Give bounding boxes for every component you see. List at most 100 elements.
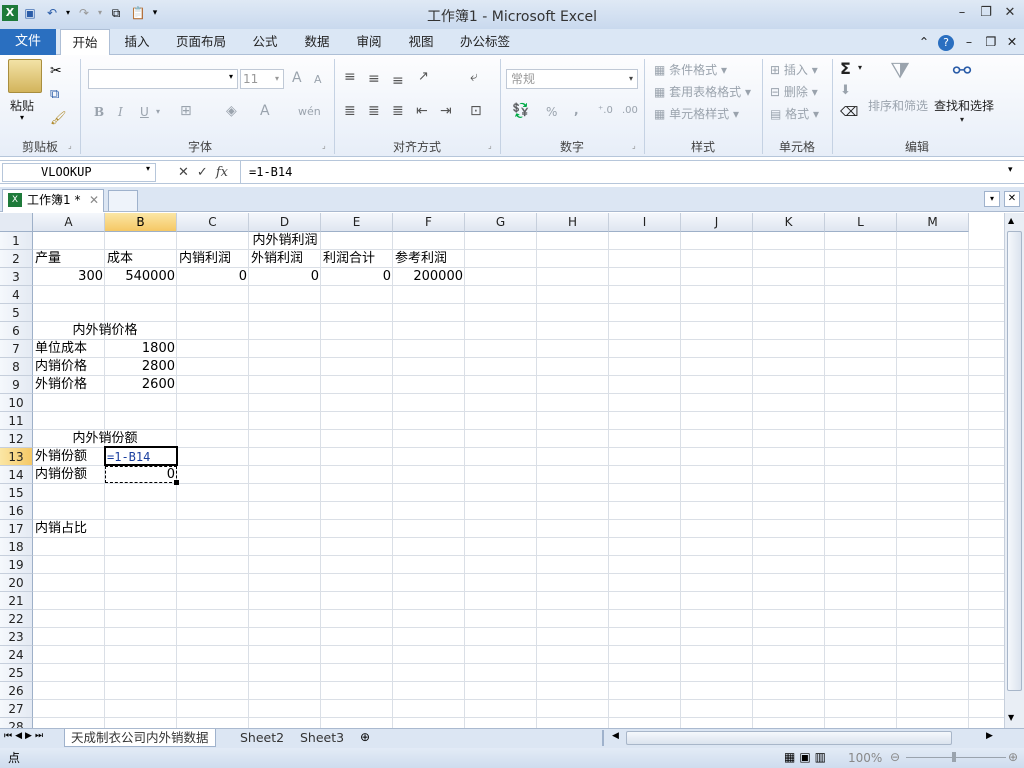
shrink-font-icon[interactable]: A [314, 73, 322, 86]
zoom-slider-thumb[interactable] [952, 752, 956, 762]
name-box[interactable]: VLOOKUP [2, 163, 156, 182]
save-icon[interactable]: ▣ [20, 4, 40, 22]
restore-icon[interactable]: ❐ [976, 4, 996, 22]
paste-button[interactable]: 粘贴 [10, 97, 34, 114]
column-header-m[interactable]: M [897, 213, 969, 232]
row-header-10[interactable]: 10 [0, 394, 33, 412]
cell-a6[interactable]: 内外销价格 [33, 322, 177, 340]
phonetic-icon[interactable]: wén [298, 105, 321, 118]
insert-sheet-icon[interactable]: ⊕ [360, 730, 370, 744]
paste-icon[interactable]: 📋 [128, 4, 148, 22]
increase-decimal-icon[interactable]: ⁺.0 [598, 105, 613, 116]
cell-b8[interactable]: 2800 [105, 358, 177, 376]
italic-button[interactable]: I [118, 105, 123, 119]
select-all-corner[interactable] [0, 213, 33, 232]
cell-a9[interactable]: 外销价格 [33, 376, 105, 394]
vertical-scrollbar[interactable]: ▲ ▼ [1004, 213, 1024, 728]
number-launcher-icon[interactable]: ⌟ [632, 141, 636, 150]
row-header-13[interactable]: 13 [0, 448, 33, 466]
alignment-launcher-icon[interactable]: ⌟ [488, 141, 492, 150]
tab-view[interactable]: 视图 [400, 29, 442, 55]
cell-b9[interactable]: 2600 [105, 376, 177, 394]
bold-button[interactable]: B [94, 105, 104, 119]
delete-cells-button[interactable]: ⊟ 删除 ▾ [770, 83, 818, 100]
font-launcher-icon[interactable]: ⌟ [322, 141, 326, 150]
row-header-18[interactable]: 18 [0, 538, 33, 556]
row-header-21[interactable]: 21 [0, 592, 33, 610]
minimize-icon[interactable]: – [952, 4, 972, 22]
row-header-25[interactable]: 25 [0, 664, 33, 682]
row-header-17[interactable]: 17 [0, 520, 33, 538]
redo-icon[interactable]: ↷ [74, 4, 94, 22]
row-header-26[interactable]: 26 [0, 682, 33, 700]
row-header-28[interactable]: 28 [0, 718, 33, 728]
decrease-decimal-icon[interactable]: .00 [622, 105, 638, 116]
row-header-16[interactable]: 16 [0, 502, 33, 520]
insert-cells-button[interactable]: ⊞ 插入 ▾ [770, 61, 818, 78]
insert-function-icon[interactable]: fx [216, 165, 228, 180]
formula-input[interactable]: =1-B14 [240, 161, 1005, 183]
doc-restore-icon[interactable]: ❐ [982, 29, 1000, 55]
sort-filter-icon[interactable]: ⧩ [884, 59, 916, 93]
tab-file[interactable]: 文件 [0, 29, 56, 55]
sheet-nav-buttons[interactable]: ⏮◀▶⏭ [4, 731, 46, 741]
tab-list-dropdown-icon[interactable]: ▾ [984, 191, 1000, 207]
redo-dropdown-icon[interactable]: ▾ [96, 4, 104, 22]
row-header-24[interactable]: 24 [0, 646, 33, 664]
new-tab-button[interactable] [108, 190, 138, 211]
font-size-combo[interactable]: 11 ▾ [240, 69, 284, 89]
format-as-table-button[interactable]: ▦ 套用表格格式 ▾ [654, 83, 751, 100]
column-header-b[interactable]: B [105, 213, 177, 232]
cell-b2[interactable]: 成本 [105, 250, 177, 268]
cell-a2[interactable]: 产量 [33, 250, 105, 268]
column-header-c[interactable]: C [177, 213, 249, 232]
paste-icon[interactable] [8, 59, 42, 93]
row-header-14[interactable]: 14 [0, 466, 33, 484]
column-header-e[interactable]: E [321, 213, 393, 232]
tab-split-handle[interactable] [602, 730, 608, 746]
column-header-a[interactable]: A [33, 213, 105, 232]
collapse-ribbon-icon[interactable]: ⌃ [916, 29, 932, 55]
fill-handle[interactable] [174, 480, 179, 485]
column-header-h[interactable]: H [537, 213, 609, 232]
close-all-tabs-icon[interactable]: ✕ [1004, 191, 1020, 207]
zoom-out-icon[interactable]: ⊖ [890, 748, 900, 766]
row-header-9[interactable]: 9 [0, 376, 33, 394]
column-header-f[interactable]: F [393, 213, 465, 232]
row-header-8[interactable]: 8 [0, 358, 33, 376]
row-header-15[interactable]: 15 [0, 484, 33, 502]
align-left-icon[interactable]: ≣ [344, 103, 356, 119]
spreadsheet-grid[interactable]: ABCDEFGHIJKLM 1 2 3 4 5 6 7 8 9 10 11 12 13 14 15 16 17 1… [0, 213, 1004, 728]
column-header-i[interactable]: I [609, 213, 681, 232]
find-select-button[interactable]: 查找和选择 [934, 97, 994, 114]
excel-logo-icon[interactable]: X [2, 5, 18, 21]
column-header-k[interactable]: K [753, 213, 825, 232]
cell-a7[interactable]: 单位成本 [33, 340, 105, 358]
column-header-d[interactable]: D [249, 213, 321, 232]
cell-c2[interactable]: 内销利润 [177, 250, 249, 268]
cell-c1[interactable]: 内外销利润 [177, 232, 393, 250]
row-header-4[interactable]: 4 [0, 286, 33, 304]
cell-c3[interactable]: 0 [177, 268, 249, 286]
row-header-11[interactable]: 11 [0, 412, 33, 430]
tab-formulas[interactable]: 公式 [244, 29, 286, 55]
font-color-icon[interactable]: A [260, 103, 270, 119]
merge-center-icon[interactable]: ⊡ [470, 103, 482, 119]
underline-dropdown-icon[interactable]: ▾ [156, 107, 160, 116]
fill-color-icon[interactable]: ◈ [226, 103, 237, 119]
doc-close-icon[interactable]: ✕ [1003, 29, 1021, 55]
find-binoculars-icon[interactable]: ⚯ [944, 59, 980, 93]
scroll-down-icon[interactable]: ▼ [1008, 713, 1014, 722]
column-header-j[interactable]: J [681, 213, 753, 232]
align-middle-icon[interactable]: ≡ [368, 71, 380, 87]
column-header-l[interactable]: L [825, 213, 897, 232]
copy-icon[interactable]: ⧉ [106, 4, 126, 22]
row-header-3[interactable]: 3 [0, 268, 33, 286]
sort-filter-button[interactable]: 排序和筛选 [868, 97, 928, 114]
tab-review[interactable]: 审阅 [348, 29, 390, 55]
cell-a8[interactable]: 内销价格 [33, 358, 105, 376]
autosum-dropdown-icon[interactable]: ▾ [858, 63, 862, 72]
zoom-in-icon[interactable]: ⊕ [1008, 748, 1018, 766]
align-center-icon[interactable]: ≣ [368, 103, 380, 119]
sheet-tab-sheet2[interactable]: Sheet2 [234, 729, 290, 747]
